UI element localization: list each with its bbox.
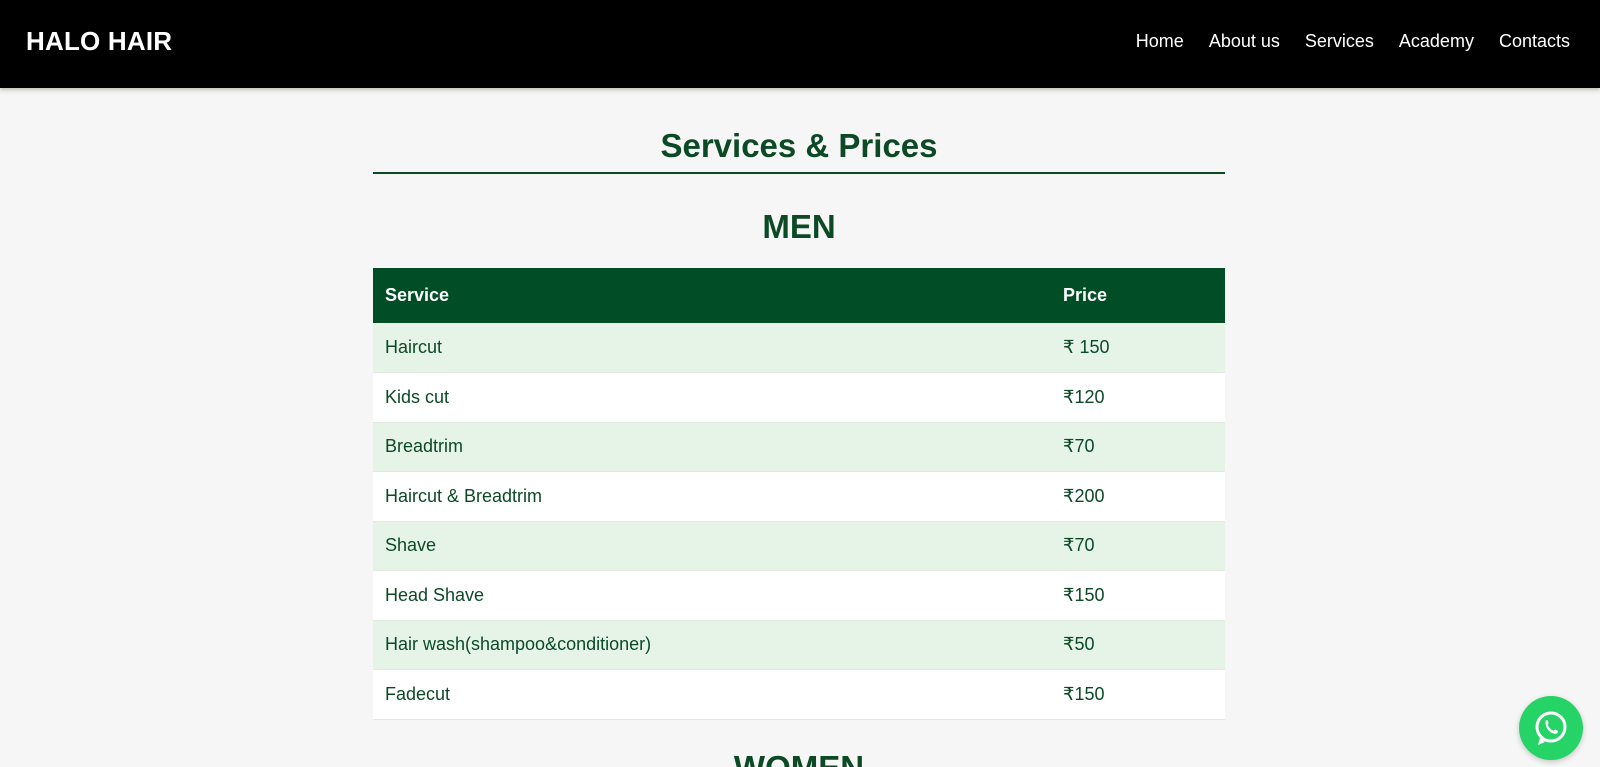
main-nav: Home About us Services Academy Contacts — [1136, 31, 1570, 52]
nav-about-us[interactable]: About us — [1209, 31, 1280, 52]
table-row: Head Shave ₹150 — [373, 570, 1225, 621]
table-row: Kids cut ₹120 — [373, 372, 1225, 423]
service-price: ₹70 — [1051, 422, 1225, 472]
whatsapp-icon — [1535, 711, 1567, 745]
table-row: Haircut & Breadtrim ₹200 — [373, 471, 1225, 522]
table-row: Fadecut ₹150 — [373, 669, 1225, 720]
service-price: ₹ 150 — [1051, 323, 1225, 373]
nav-home[interactable]: Home — [1136, 31, 1184, 52]
service-name: Haircut & Breadtrim — [373, 471, 1051, 522]
table-row: Shave ₹70 — [373, 521, 1225, 571]
men-section-heading: MEN — [762, 208, 836, 245]
nav-services[interactable]: Services — [1305, 31, 1374, 52]
service-name: Head Shave — [373, 570, 1051, 621]
service-name: Haircut — [373, 323, 1051, 373]
price-column-header: Price — [1051, 268, 1225, 323]
service-price: ₹150 — [1051, 570, 1225, 621]
service-price: ₹50 — [1051, 620, 1225, 670]
service-name: Hair wash(shampoo&conditioner) — [373, 620, 1051, 670]
service-price: ₹200 — [1051, 471, 1225, 522]
service-price: ₹70 — [1051, 521, 1225, 571]
site-logo[interactable]: HALO HAIR — [26, 26, 172, 57]
service-name: Fadecut — [373, 669, 1051, 720]
main-content: Services & Prices MEN Service Price Hair… — [373, 88, 1225, 720]
title-divider — [373, 172, 1225, 174]
whatsapp-button[interactable] — [1519, 696, 1583, 760]
service-name: Breadtrim — [373, 422, 1051, 472]
service-price: ₹150 — [1051, 669, 1225, 720]
top-header: HALO HAIR Home About us Services Academy… — [0, 0, 1600, 88]
service-name: Shave — [373, 521, 1051, 571]
table-header-row: Service Price — [373, 268, 1225, 323]
service-name: Kids cut — [373, 372, 1051, 423]
service-column-header: Service — [373, 268, 1051, 323]
table-row: Haircut ₹ 150 — [373, 323, 1225, 373]
women-section-heading: WOMEN — [373, 748, 1225, 767]
page-title: Services & Prices — [660, 127, 938, 164]
service-price: ₹120 — [1051, 372, 1225, 423]
nav-academy[interactable]: Academy — [1399, 31, 1474, 52]
table-row: Breadtrim ₹70 — [373, 422, 1225, 472]
table-row: Hair wash(shampoo&conditioner) ₹50 — [373, 620, 1225, 670]
nav-contacts[interactable]: Contacts — [1499, 31, 1570, 52]
men-price-table: Service Price Haircut ₹ 150 Kids cut ₹12… — [373, 268, 1225, 720]
